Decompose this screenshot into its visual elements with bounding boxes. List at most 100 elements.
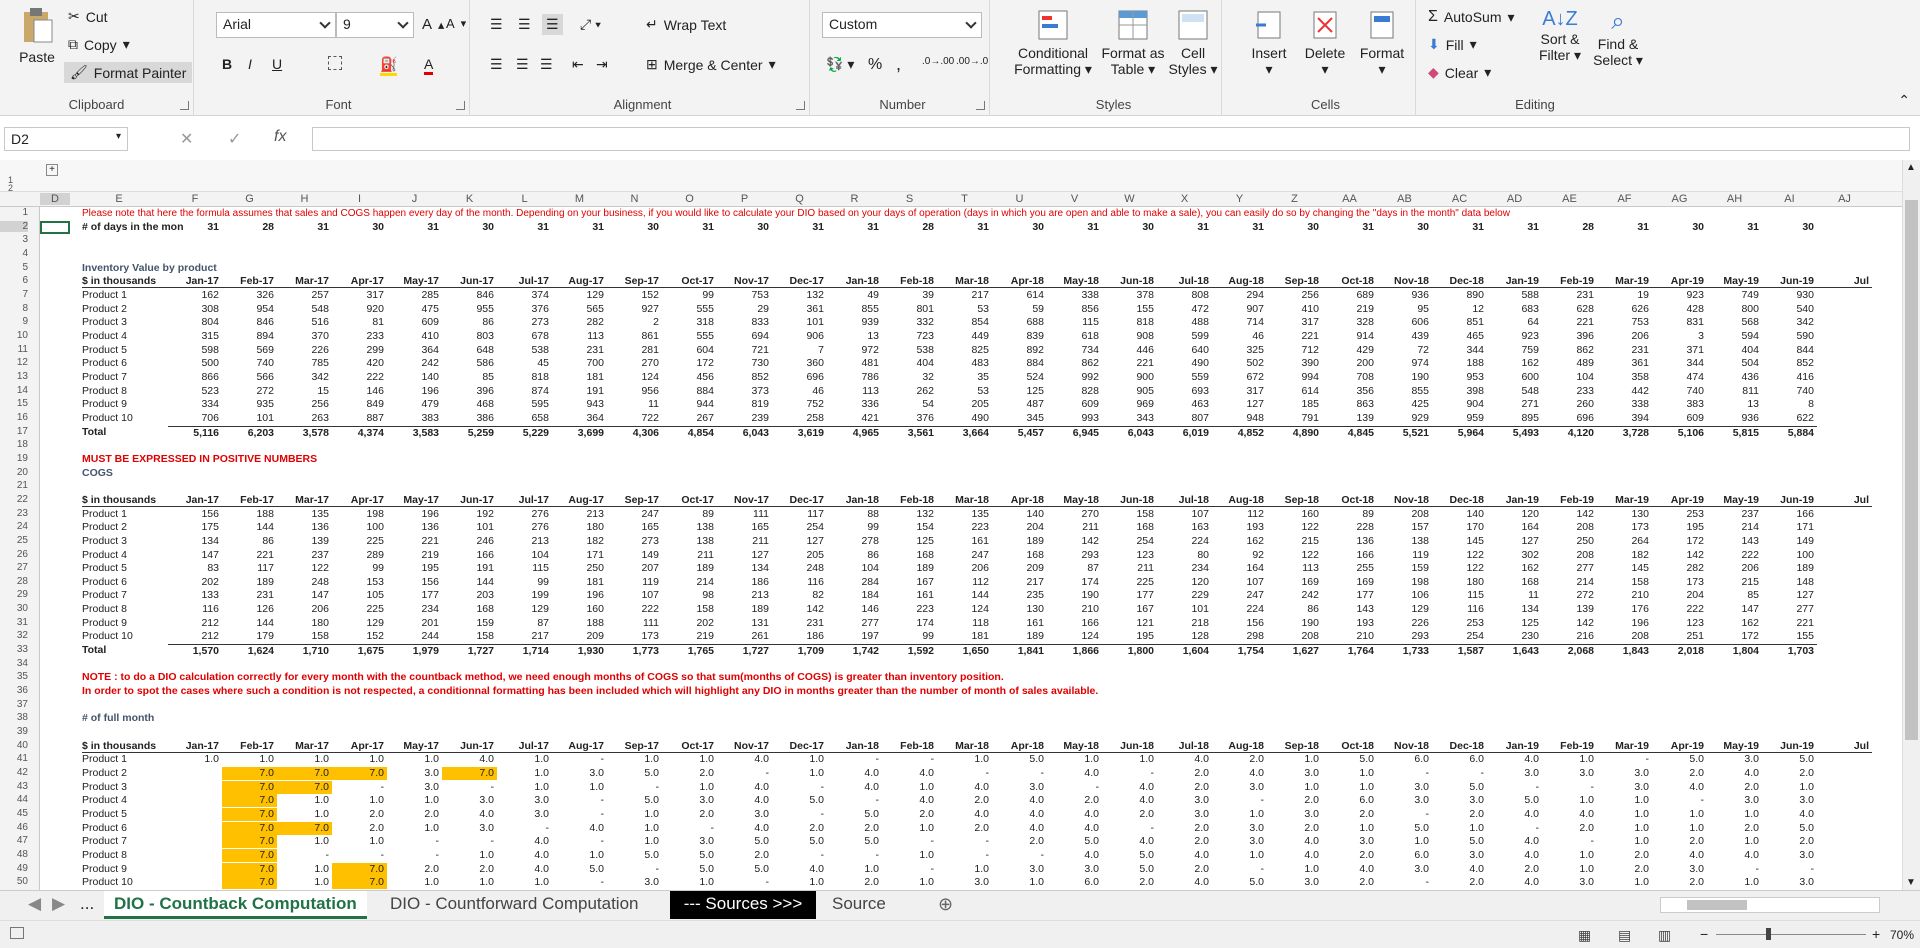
full-month-cell[interactable]: - bbox=[1487, 822, 1542, 835]
product-label[interactable]: Product 4 bbox=[82, 330, 127, 343]
inventory-cell[interactable]: 374 bbox=[497, 289, 552, 302]
cogs-cell[interactable]: 255 bbox=[1322, 562, 1377, 575]
inventory-cell[interactable]: 271 bbox=[1487, 398, 1542, 411]
month-header[interactable]: Feb-17 bbox=[222, 740, 277, 753]
full-month-cell[interactable]: 4.0 bbox=[1487, 753, 1542, 766]
month-header[interactable]: Aug-17 bbox=[552, 275, 607, 289]
inventory-cell[interactable]: 315 bbox=[168, 330, 222, 343]
full-month-cell[interactable]: 5.0 bbox=[1047, 835, 1102, 848]
full-month-cell[interactable]: 4.0 bbox=[1652, 781, 1707, 794]
full-month-cell[interactable]: 1.0 bbox=[332, 794, 387, 807]
cogs-cell[interactable]: 193 bbox=[1212, 521, 1267, 534]
cogs-cell[interactable]: 92 bbox=[1212, 549, 1267, 562]
column-header-cell[interactable]: J bbox=[387, 193, 442, 205]
formula-input[interactable] bbox=[312, 127, 1910, 151]
cut-button[interactable]: ✂ Cut bbox=[68, 8, 108, 25]
days-cell[interactable]: 31 bbox=[1047, 221, 1102, 234]
product-label[interactable]: Product 5 bbox=[82, 344, 127, 357]
full-month-cell[interactable]: 1.0 bbox=[277, 876, 332, 889]
full-month-cell[interactable]: 4.0 bbox=[1047, 822, 1102, 835]
cogs-cell[interactable]: 86 bbox=[827, 549, 882, 562]
inventory-cell[interactable]: 317 bbox=[1212, 385, 1267, 398]
inventory-cell[interactable]: 955 bbox=[442, 303, 497, 316]
insert-function-button[interactable]: fx bbox=[274, 128, 286, 146]
inventory-cell[interactable]: 939 bbox=[827, 316, 882, 329]
inventory-cell[interactable]: 242 bbox=[387, 357, 442, 370]
cogs-cell[interactable]: 164 bbox=[1212, 562, 1267, 575]
inventory-cell[interactable]: 994 bbox=[1267, 371, 1322, 384]
row-number[interactable]: 36 bbox=[0, 685, 28, 696]
full-month-cell[interactable]: 4.0 bbox=[1487, 849, 1542, 862]
inventory-cell[interactable]: 127 bbox=[1212, 398, 1267, 411]
full-month-cell[interactable]: 4.0 bbox=[1157, 753, 1212, 766]
inventory-cell[interactable]: 906 bbox=[772, 330, 827, 343]
cogs-total-cell[interactable]: 1,587 bbox=[1432, 644, 1487, 657]
add-sheet-icon[interactable]: ⊕ bbox=[928, 891, 963, 919]
days-cell[interactable]: 30 bbox=[1377, 221, 1432, 234]
full-month-cell[interactable]: 3.0 bbox=[1762, 794, 1817, 807]
cogs-total-cell[interactable]: 1,627 bbox=[1267, 644, 1322, 657]
cogs-cell[interactable]: 253 bbox=[1652, 508, 1707, 521]
cogs-cell[interactable]: 99 bbox=[882, 630, 937, 643]
conditional-formatting-button[interactable]: Conditional Formatting ▾ bbox=[1010, 8, 1096, 78]
full-month-cell[interactable]: 1.0 bbox=[882, 876, 937, 889]
full-month-cell[interactable]: 2.0 bbox=[387, 808, 442, 821]
fill-color-button[interactable]: ⛽ bbox=[380, 56, 398, 76]
cogs-cell[interactable]: 111 bbox=[717, 508, 772, 521]
full-month-cell[interactable]: 1.0 bbox=[1267, 753, 1322, 766]
inventory-cell[interactable]: 609 bbox=[1652, 412, 1707, 425]
cogs-cell[interactable]: 277 bbox=[827, 617, 882, 630]
inventory-cell[interactable]: 944 bbox=[662, 398, 717, 411]
month-header[interactable]: Feb-18 bbox=[882, 494, 937, 507]
row-number[interactable]: 37 bbox=[0, 699, 28, 710]
column-header-cell[interactable]: Y bbox=[1212, 193, 1267, 205]
full-month-cell[interactable]: 4.0 bbox=[1487, 876, 1542, 889]
full-month-cell[interactable]: 4.0 bbox=[1157, 876, 1212, 889]
month-header[interactable]: Mar-19 bbox=[1597, 494, 1652, 507]
inventory-cell[interactable]: 753 bbox=[1597, 316, 1652, 329]
cogs-cell[interactable]: 112 bbox=[937, 576, 992, 589]
full-month-cell[interactable]: 2.0 bbox=[1432, 876, 1487, 889]
full-month-cell[interactable]: - bbox=[607, 863, 662, 876]
cogs-cell[interactable]: 180 bbox=[1432, 576, 1487, 589]
cogs-cell[interactable]: 276 bbox=[497, 521, 552, 534]
full-month-cell[interactable]: - bbox=[387, 835, 442, 848]
full-month-cell[interactable]: 3.0 bbox=[1267, 808, 1322, 821]
full-month-cell[interactable]: 4.0 bbox=[1487, 808, 1542, 821]
full-month-cell[interactable]: 4.0 bbox=[1542, 808, 1597, 821]
inventory-cell[interactable]: 785 bbox=[277, 357, 332, 370]
cogs-cell[interactable]: 189 bbox=[992, 630, 1047, 643]
cogs-cell[interactable]: 127 bbox=[717, 549, 772, 562]
row-number[interactable]: 16 bbox=[0, 412, 28, 423]
product-label[interactable]: Product 1 bbox=[82, 508, 127, 521]
full-month-cell[interactable]: 2.0 bbox=[1102, 808, 1157, 821]
full-month-cell[interactable] bbox=[168, 794, 222, 807]
shrink-font-button[interactable]: A ▾ bbox=[446, 16, 466, 31]
cogs-total-cell[interactable]: 2,068 bbox=[1542, 644, 1597, 657]
full-month-cell[interactable]: 3.0 bbox=[662, 794, 717, 807]
month-header[interactable]: Jun-17 bbox=[442, 740, 497, 753]
cogs-cell[interactable]: 207 bbox=[607, 562, 662, 575]
inventory-cell[interactable]: 361 bbox=[772, 303, 827, 316]
cogs-cell[interactable]: 188 bbox=[552, 617, 607, 630]
full-month-cell[interactable]: 7.0 bbox=[277, 780, 332, 794]
inventory-cell[interactable]: 256 bbox=[277, 398, 332, 411]
full-month-cell[interactable]: 5.0 bbox=[662, 863, 717, 876]
full-month-cell[interactable]: 4.0 bbox=[717, 781, 772, 794]
full-month-cell[interactable]: 1.0 bbox=[772, 753, 827, 766]
inventory-cell[interactable]: 678 bbox=[497, 330, 552, 343]
inventory-cell[interactable]: 45 bbox=[497, 357, 552, 370]
full-month-cell[interactable]: 1.0 bbox=[1267, 863, 1322, 876]
cogs-cell[interactable]: 124 bbox=[1047, 630, 1102, 643]
cogs-total-cell[interactable]: 1,765 bbox=[662, 644, 717, 657]
inventory-cell[interactable]: 884 bbox=[992, 357, 1047, 370]
row-number[interactable]: 42 bbox=[0, 767, 28, 778]
cogs-cell[interactable]: 128 bbox=[1157, 630, 1212, 643]
month-header[interactable]: Aug-17 bbox=[552, 494, 607, 507]
inventory-cell[interactable]: 53 bbox=[937, 385, 992, 398]
name-box[interactable]: D2 ▾ bbox=[4, 127, 128, 151]
month-header[interactable]: Nov-17 bbox=[717, 740, 772, 753]
cogs-cell[interactable]: 248 bbox=[772, 562, 827, 575]
inventory-cell[interactable]: 113 bbox=[827, 385, 882, 398]
cogs-cell[interactable]: 122 bbox=[277, 562, 332, 575]
